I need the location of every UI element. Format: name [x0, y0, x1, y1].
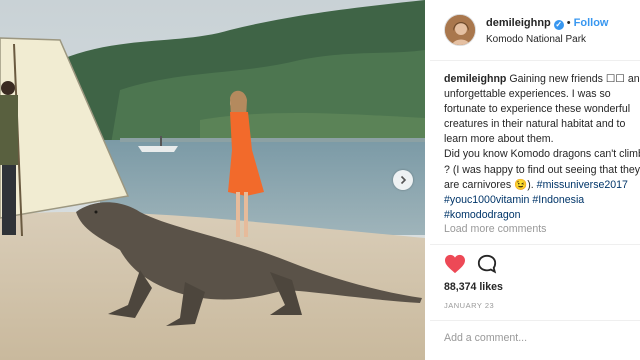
actions-divider — [430, 244, 640, 245]
header-user-line: demileighnp ✓ • Follow — [486, 17, 608, 30]
caption-line: learn more about them. — [444, 133, 554, 146]
post-caption: demileighnp Gaining new friends ☐☐ and u… — [444, 72, 640, 223]
next-photo-button[interactable] — [393, 170, 413, 190]
caption-line: fortunate to experience these wonderful — [444, 103, 631, 116]
caption-line: Did you know Komodo dragons can't climb — [444, 148, 640, 161]
post-header: demileighnp ✓ • Follow Komodo National Park — [444, 14, 640, 48]
post-photo — [0, 0, 425, 360]
avatar[interactable] — [444, 14, 476, 46]
chevron-right-icon — [400, 175, 407, 185]
add-comment-input[interactable]: Add a comment... — [444, 332, 527, 344]
post-date: JANUARY 23 — [444, 301, 495, 310]
caption-line: creatures in their natural habitat and t… — [444, 118, 626, 131]
caption-line: ? (I was happy to find out seeing that t… — [444, 163, 640, 176]
comment-divider — [430, 320, 640, 321]
username-link[interactable]: demileighnp — [486, 17, 551, 29]
comment-icon[interactable] — [476, 254, 498, 274]
load-more-comments-link[interactable]: Load more comments — [444, 223, 546, 235]
separator-dot: • — [566, 17, 571, 29]
heart-icon[interactable] — [444, 254, 466, 274]
likes-count[interactable]: 88,374 likes — [444, 281, 503, 293]
avatar-image — [445, 15, 475, 45]
hashtag-link[interactable]: #youc1000vitamin — [444, 194, 529, 206]
hashtag-link[interactable]: #komododragon — [444, 209, 521, 221]
post-side-panel: demileighnp ✓ • Follow Komodo National Park… — [430, 0, 640, 360]
caption-line: Gaining new friends ☐☐ and — [509, 73, 640, 85]
caption-line: unforgettable experiences. I was so — [444, 88, 611, 101]
caption-line: are carnivores 😉). — [444, 178, 537, 191]
komodo-photo-illustration — [0, 0, 425, 360]
follow-button[interactable]: Follow — [574, 17, 609, 29]
location-link[interactable]: Komodo National Park — [486, 34, 586, 45]
header-divider — [430, 60, 640, 61]
caption-username[interactable]: demileighnp — [444, 73, 506, 85]
hashtag-link[interactable]: #Indonesia — [532, 194, 584, 206]
verified-badge-icon: ✓ — [553, 20, 564, 30]
hashtag-link[interactable]: #missuniverse2017 — [537, 179, 628, 191]
